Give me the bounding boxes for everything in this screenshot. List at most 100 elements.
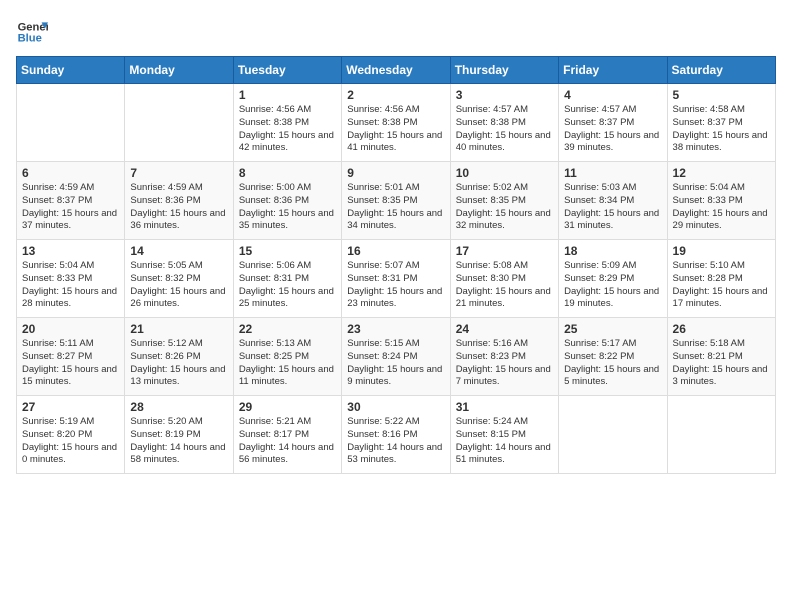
day-number: 29 [239,400,336,414]
calendar-cell: 28 Sunrise: 5:20 AM Sunset: 8:19 PM Dayli… [125,396,233,474]
day-info: Sunrise: 5:07 AM Sunset: 8:31 PM Dayligh… [347,260,444,311]
calendar-cell: 8Sunrise: 5:00 AM Sunset: 8:36 PM Daylig… [233,162,341,240]
day-number: 13 [22,244,119,258]
calendar-week-row: 1 Sunrise: 4:56 AM Sunset: 8:38 PM Daylig… [17,84,776,162]
day-info: Sunrise: 5:02 AM Sunset: 8:35 PM Dayligh… [456,182,553,233]
day-number: 23 [347,322,444,336]
day-number: 22 [239,322,336,336]
day-number: 8 [239,166,336,180]
day-info: Sunrise: 5:05 AM Sunset: 8:32 PM Dayligh… [130,260,227,311]
day-info: Sunrise: 5:24 AM Sunset: 8:15 PM Dayligh… [456,416,553,467]
day-number: 19 [673,244,770,258]
day-number: 10 [456,166,553,180]
calendar-cell: 9 Sunrise: 5:01 AM Sunset: 8:35 PM Daylig… [342,162,450,240]
calendar-cell [667,396,775,474]
day-number: 14 [130,244,227,258]
calendar-cell: 12 Sunrise: 5:04 AM Sunset: 8:33 PM Dayli… [667,162,775,240]
day-number: 28 [130,400,227,414]
day-number: 4 [564,88,661,102]
day-number: 5 [673,88,770,102]
day-info: Sunrise: 5:06 AM Sunset: 8:31 PM Dayligh… [239,260,336,311]
calendar-cell [125,84,233,162]
calendar-cell [17,84,125,162]
day-info: Sunrise: 5:04 AM Sunset: 8:33 PM Dayligh… [673,182,770,233]
day-number: 2 [347,88,444,102]
calendar-cell: 17 Sunrise: 5:08 AM Sunset: 8:30 PM Dayli… [450,240,558,318]
calendar-cell: 18 Sunrise: 5:09 AM Sunset: 8:29 PM Dayli… [559,240,667,318]
day-number: 27 [22,400,119,414]
day-info: Sunrise: 5:04 AM Sunset: 8:33 PM Dayligh… [22,260,119,311]
weekday-header: Thursday [450,57,558,84]
day-number: 7 [130,166,227,180]
day-number: 21 [130,322,227,336]
calendar-cell: 13 Sunrise: 5:04 AM Sunset: 8:33 PM Dayli… [17,240,125,318]
day-number: 31 [456,400,553,414]
calendar-cell: 20 Sunrise: 5:11 AM Sunset: 8:27 PM Dayli… [17,318,125,396]
day-info: Sunrise: 4:56 AM Sunset: 8:38 PM Dayligh… [239,104,336,155]
calendar-cell: 6Sunrise: 4:59 AM Sunset: 8:37 PM Daylig… [17,162,125,240]
day-info: Sunrise: 5:12 AM Sunset: 8:26 PM Dayligh… [130,338,227,389]
day-info: Sunrise: 5:22 AM Sunset: 8:16 PM Dayligh… [347,416,444,467]
page-header: General Blue [16,16,776,48]
weekday-header: Saturday [667,57,775,84]
calendar-week-row: 27Sunrise: 5:19 AM Sunset: 8:20 PM Dayli… [17,396,776,474]
day-info: Sunrise: 5:15 AM Sunset: 8:24 PM Dayligh… [347,338,444,389]
calendar-cell: 25 Sunrise: 5:17 AM Sunset: 8:22 PM Dayli… [559,318,667,396]
day-info: Sunrise: 5:20 AM Sunset: 8:19 PM Dayligh… [130,416,227,467]
day-info: Sunrise: 5:03 AM Sunset: 8:34 PM Dayligh… [564,182,661,233]
day-info: Sunrise: 5:01 AM Sunset: 8:35 PM Dayligh… [347,182,444,233]
day-number: 3 [456,88,553,102]
day-number: 26 [673,322,770,336]
day-info: Sunrise: 4:57 AM Sunset: 8:37 PM Dayligh… [564,104,661,155]
day-info: Sunrise: 5:09 AM Sunset: 8:29 PM Dayligh… [564,260,661,311]
calendar-week-row: 13 Sunrise: 5:04 AM Sunset: 8:33 PM Dayli… [17,240,776,318]
weekday-header: Friday [559,57,667,84]
calendar-cell [559,396,667,474]
logo: General Blue [16,16,48,48]
weekday-header: Sunday [17,57,125,84]
day-number: 11 [564,166,661,180]
calendar-cell: 14 Sunrise: 5:05 AM Sunset: 8:32 PM Dayli… [125,240,233,318]
day-info: Sunrise: 5:10 AM Sunset: 8:28 PM Dayligh… [673,260,770,311]
day-number: 1 [239,88,336,102]
day-number: 24 [456,322,553,336]
calendar-cell: 26 Sunrise: 5:18 AM Sunset: 8:21 PM Dayli… [667,318,775,396]
calendar-cell: 31 Sunrise: 5:24 AM Sunset: 8:15 PM Dayli… [450,396,558,474]
day-number: 9 [347,166,444,180]
day-info: Sunrise: 5:21 AM Sunset: 8:17 PM Dayligh… [239,416,336,467]
calendar-week-row: 20 Sunrise: 5:11 AM Sunset: 8:27 PM Dayli… [17,318,776,396]
calendar-cell: 21 Sunrise: 5:12 AM Sunset: 8:26 PM Dayli… [125,318,233,396]
day-info: Sunrise: 4:58 AM Sunset: 8:37 PM Dayligh… [673,104,770,155]
calendar-cell: 10 Sunrise: 5:02 AM Sunset: 8:35 PM Dayli… [450,162,558,240]
day-number: 20 [22,322,119,336]
calendar-cell: 30 Sunrise: 5:22 AM Sunset: 8:16 PM Dayli… [342,396,450,474]
weekday-header: Monday [125,57,233,84]
day-number: 12 [673,166,770,180]
day-info: Sunrise: 5:13 AM Sunset: 8:25 PM Dayligh… [239,338,336,389]
day-info: Sunrise: 5:11 AM Sunset: 8:27 PM Dayligh… [22,338,119,389]
calendar-cell: 5 Sunrise: 4:58 AM Sunset: 8:37 PM Daylig… [667,84,775,162]
weekday-header: Wednesday [342,57,450,84]
day-number: 17 [456,244,553,258]
calendar-cell: 19 Sunrise: 5:10 AM Sunset: 8:28 PM Dayli… [667,240,775,318]
day-info: Sunrise: 4:59 AM Sunset: 8:37 PM Dayligh… [22,182,119,233]
calendar-cell: 29 Sunrise: 5:21 AM Sunset: 8:17 PM Dayli… [233,396,341,474]
calendar-cell: 4 Sunrise: 4:57 AM Sunset: 8:37 PM Daylig… [559,84,667,162]
day-info: Sunrise: 5:18 AM Sunset: 8:21 PM Dayligh… [673,338,770,389]
calendar-table: SundayMondayTuesdayWednesdayThursdayFrid… [16,56,776,474]
day-info: Sunrise: 5:17 AM Sunset: 8:22 PM Dayligh… [564,338,661,389]
calendar-cell: 16 Sunrise: 5:07 AM Sunset: 8:31 PM Dayli… [342,240,450,318]
day-number: 30 [347,400,444,414]
day-number: 18 [564,244,661,258]
day-info: Sunrise: 4:59 AM Sunset: 8:36 PM Dayligh… [130,182,227,233]
day-info: Sunrise: 4:57 AM Sunset: 8:38 PM Dayligh… [456,104,553,155]
day-number: 25 [564,322,661,336]
day-info: Sunrise: 5:08 AM Sunset: 8:30 PM Dayligh… [456,260,553,311]
day-info: Sunrise: 5:16 AM Sunset: 8:23 PM Dayligh… [456,338,553,389]
calendar-cell: 1 Sunrise: 4:56 AM Sunset: 8:38 PM Daylig… [233,84,341,162]
calendar-cell: 11 Sunrise: 5:03 AM Sunset: 8:34 PM Dayli… [559,162,667,240]
calendar-cell: 2Sunrise: 4:56 AM Sunset: 8:38 PM Daylig… [342,84,450,162]
svg-text:Blue: Blue [18,33,42,45]
day-number: 16 [347,244,444,258]
calendar-cell: 24 Sunrise: 5:16 AM Sunset: 8:23 PM Dayli… [450,318,558,396]
